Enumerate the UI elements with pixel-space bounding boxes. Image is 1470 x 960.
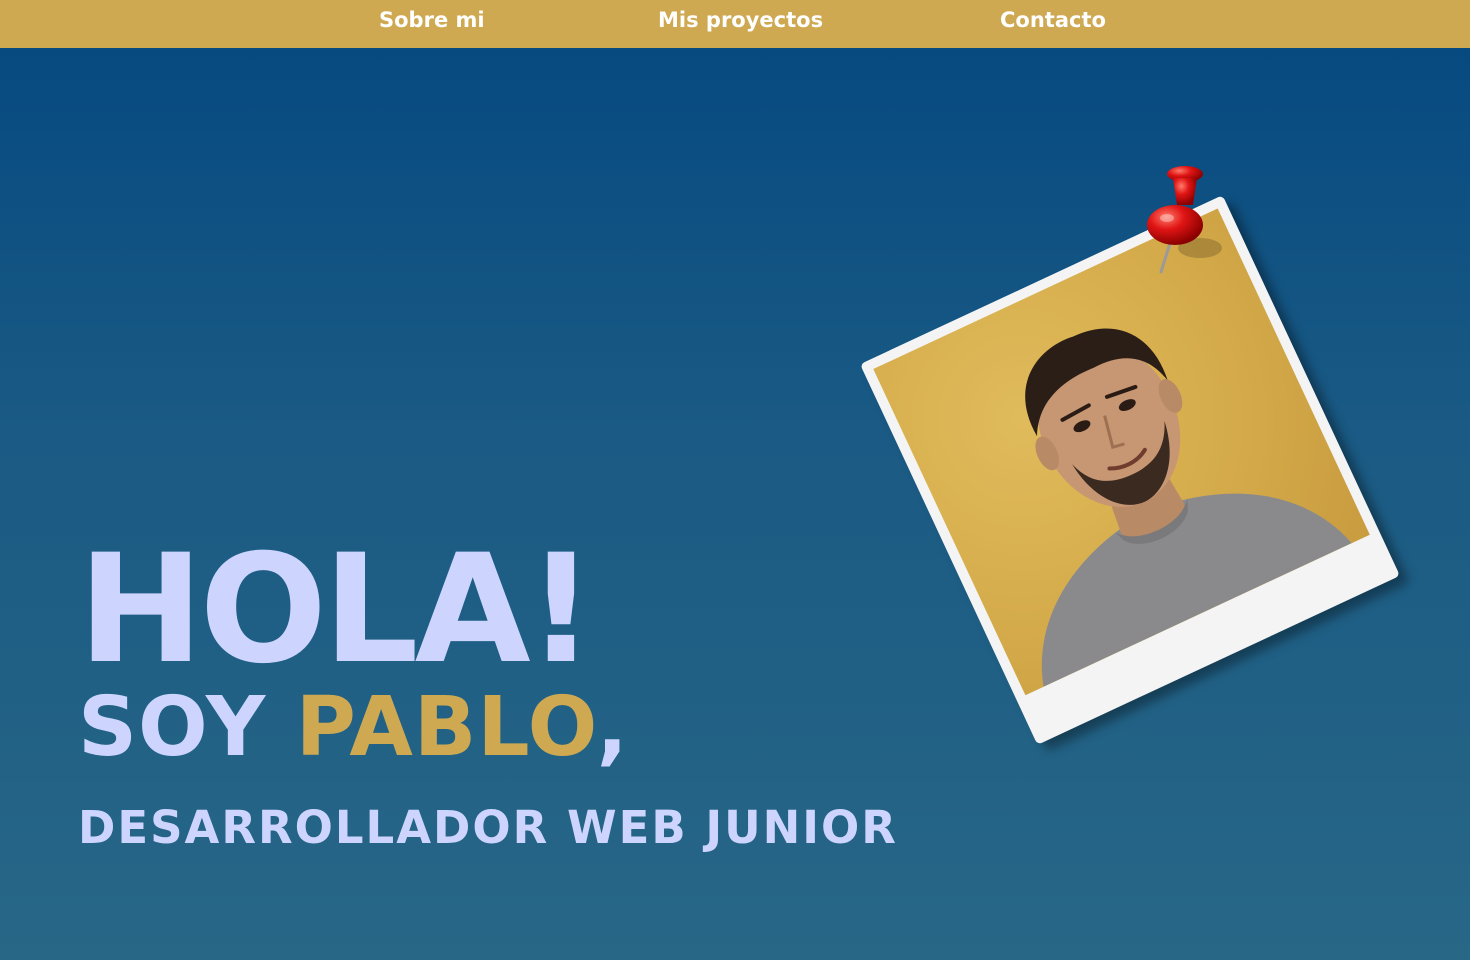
hero-greeting: HOLA! (78, 523, 595, 697)
nav-link-sobre-mi[interactable]: Sobre mi (379, 8, 485, 32)
push-pin-icon (1135, 160, 1225, 280)
hero-intro-suffix: , (596, 680, 629, 775)
profile-photo (873, 208, 1370, 696)
hero-name: PABLO (295, 680, 597, 775)
hero-role: DESARROLLADOR WEB JUNIOR (78, 801, 898, 854)
nav-link-mis-proyectos[interactable]: Mis proyectos (658, 8, 823, 32)
profile-polaroid (859, 195, 1401, 745)
hero-intro: SOY PABLO, (78, 680, 629, 775)
hero-intro-prefix: SOY (78, 680, 296, 775)
top-navbar: Sobre mi Mis proyectos Contacto (0, 0, 1470, 48)
nav-link-contacto[interactable]: Contacto (1000, 8, 1106, 32)
